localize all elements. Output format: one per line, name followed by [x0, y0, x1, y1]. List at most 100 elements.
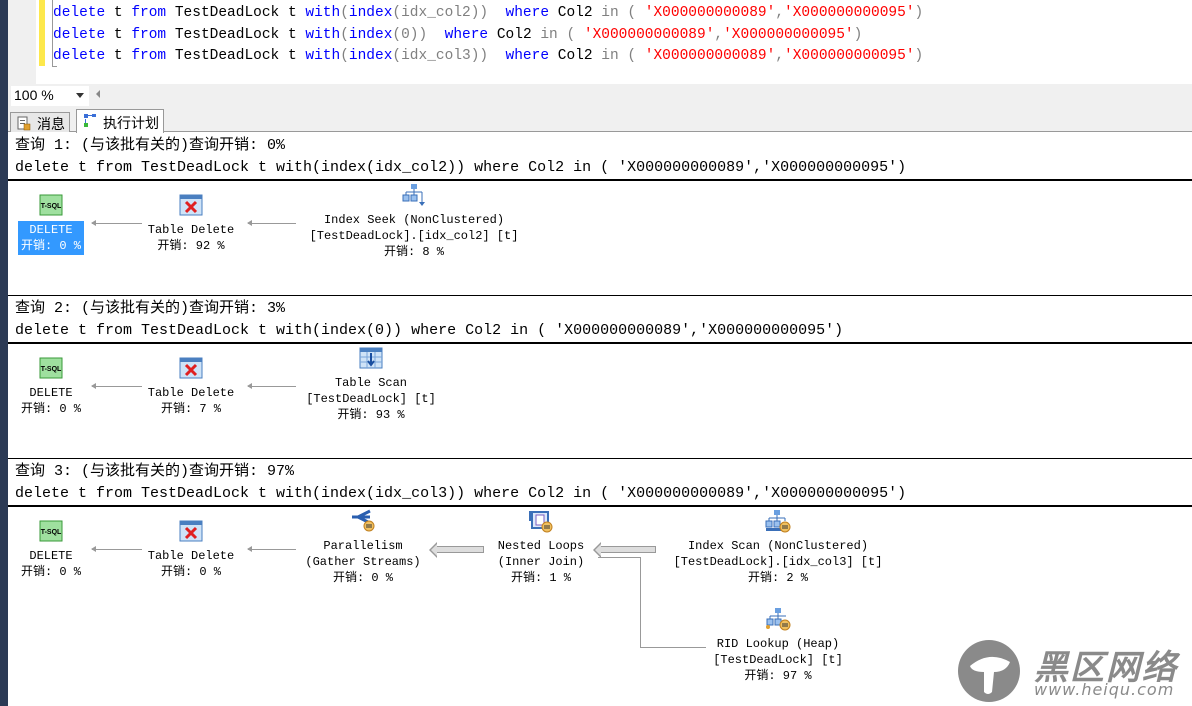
watermark-url: www.heiqu.com: [1034, 680, 1175, 699]
code-token: in: [601, 5, 619, 21]
code-token: 'X000000000089': [644, 48, 776, 64]
plan-node-cost: 开销: 2 %: [747, 571, 808, 585]
code-token: 'X000000000095': [784, 5, 915, 21]
plan-node-cost: 开销: 97 %: [744, 669, 812, 683]
query-sql: delete t from TestDeadLock t with(index(…: [15, 322, 844, 339]
plan-node-text: (Inner Join): [497, 555, 585, 569]
plan-separator: [8, 458, 1192, 459]
tab-label: 消息: [37, 116, 65, 132]
code-token: where: [505, 5, 550, 21]
code-token: where: [505, 48, 550, 64]
tab-execution-plan[interactable]: 执行计划: [76, 109, 164, 133]
svg-text:T-SQL: T-SQL: [41, 529, 62, 536]
code-token: 'X000000000095': [723, 26, 854, 43]
query-sql: delete t from TestDeadLock t with(index(…: [15, 485, 907, 502]
data-flow-arrow: [91, 546, 142, 552]
code-token: 'X000000000095': [784, 48, 915, 64]
changed-lines-marker: [39, 0, 45, 66]
code-line[interactable]: delete t from TestDeadLock t with(index(…: [53, 27, 862, 43]
plan-node-label: Index Scan (NonClustered) [TestDeadLock].…: [671, 537, 886, 587]
plan-node-cost: 开销: 0 %: [160, 565, 221, 579]
query-sql: delete t from TestDeadLock t with(index(…: [15, 159, 907, 176]
code-token: Col2: [488, 26, 541, 43]
code-token: (idx_col2)): [392, 5, 489, 21]
code-token: TestDeadLock t: [166, 26, 306, 43]
plan-node[interactable]: Index Seek (NonClustered) [TestDeadLock].…: [284, 183, 544, 261]
data-flow-arrow: [247, 220, 296, 226]
code-token: t: [105, 48, 132, 64]
plan-node-label: Table Scan [TestDeadLock] [t] 开销: 93 %: [303, 374, 439, 424]
tab-label: 执行计划: [103, 115, 159, 131]
plan-node-text: (Gather Streams): [305, 555, 421, 569]
code-token: ,: [714, 26, 724, 43]
table-scan-icon: [358, 346, 384, 370]
table-delete-icon: [178, 356, 204, 380]
plan-node-text: Table Delete: [147, 386, 235, 400]
code-token: from: [131, 5, 167, 21]
execution-plan-icon: [84, 114, 96, 127]
plan-node-text: [TestDeadLock].[idx_col3] [t]: [673, 555, 883, 569]
rid-lookup-icon: [765, 607, 791, 631]
code-token: in: [601, 48, 619, 64]
code-token: Col2: [549, 5, 602, 21]
code-token: TestDeadLock t: [166, 5, 306, 21]
data-flow-arrow: [247, 546, 296, 552]
query-header: 查询 3: (与该批有关的)查询开销: 97%: [15, 463, 295, 480]
code-token: index: [348, 26, 393, 43]
plan-node[interactable]: RID Lookup (Heap) [TestDeadLock] [t] 开销: 9…: [648, 607, 908, 685]
code-token: ,: [775, 5, 785, 21]
plan-node[interactable]: Table Scan [TestDeadLock] [t] 开销: 93 %: [241, 346, 501, 424]
code-token: Col2: [549, 48, 602, 64]
plan-node-text: [TestDeadLock].[idx_col2] [t]: [309, 229, 519, 243]
code-token: 'X000000000089': [644, 5, 776, 21]
divider: [8, 505, 1192, 507]
data-flow-connector: [640, 647, 706, 648]
code-token: where: [444, 26, 489, 43]
plan-node[interactable]: Index Scan (NonClustered) [TestDeadLock].…: [648, 509, 908, 587]
code-token: (: [618, 5, 645, 21]
plan-node-text: Table Delete: [147, 223, 235, 237]
plan-node[interactable]: Table Delete 开销: 92 %: [61, 193, 321, 255]
plan-node-label: Table Delete 开销: 7 %: [145, 384, 237, 418]
code-token: ,: [775, 48, 785, 64]
plan-node-cost: 开销: 8 %: [383, 245, 444, 259]
plan-node-label: Nested Loops (Inner Join) 开销: 1 %: [495, 537, 587, 587]
data-flow-connector: [598, 557, 640, 558]
data-flow-arrow: [429, 542, 484, 558]
zoom-select[interactable]: 100 %: [11, 86, 89, 106]
code-token: delete: [53, 5, 106, 21]
plan-node-cost: 开销: 0 %: [332, 571, 393, 585]
code-token: index: [348, 5, 393, 21]
code-token: 'X000000000089': [583, 26, 715, 43]
query-plan-3: 查询 3: (与该批有关的)查询开销: 97% delete t from Te…: [8, 461, 1192, 507]
editor-gutter: [8, 0, 36, 84]
plan-node-cost: 开销: 1 %: [510, 571, 571, 585]
code-token: delete: [53, 48, 106, 64]
code-line[interactable]: delete t from TestDeadLock t with(index(…: [53, 48, 923, 64]
svg-text:T-SQL: T-SQL: [41, 366, 62, 373]
data-flow-connector: [640, 557, 641, 647]
data-flow-arrow: [593, 542, 656, 558]
plan-node-text: Table Delete: [147, 549, 235, 563]
zoom-value: 100 %: [14, 87, 54, 103]
plan-node-label: Parallelism (Gather Streams) 开销: 0 %: [302, 537, 423, 587]
code-line[interactable]: delete t from TestDeadLock t with(index(…: [53, 5, 923, 21]
query-plan-1: 查询 1: (与该批有关的)查询开销: 0% delete t from Tes…: [8, 135, 1192, 181]
plan-node-text: Table Scan: [334, 376, 407, 390]
code-token: (0)): [392, 26, 428, 43]
code-token: ): [914, 48, 924, 64]
code-token: index: [348, 48, 393, 64]
code-token: (: [557, 26, 584, 43]
scroll-left-arrow[interactable]: [96, 90, 100, 98]
chevron-down-icon[interactable]: [76, 93, 84, 98]
plan-node-text: RID Lookup (Heap): [716, 637, 840, 651]
query-header: 查询 1: (与该批有关的)查询开销: 0%: [15, 137, 286, 154]
code-token: (: [618, 48, 645, 64]
query-plan-2: 查询 2: (与该批有关的)查询开销: 3% delete t from Tes…: [8, 298, 1192, 344]
plan-node-text: Index Seek (NonClustered): [323, 213, 505, 227]
code-token: ): [853, 26, 863, 43]
tab-messages[interactable]: 消息: [10, 112, 70, 132]
